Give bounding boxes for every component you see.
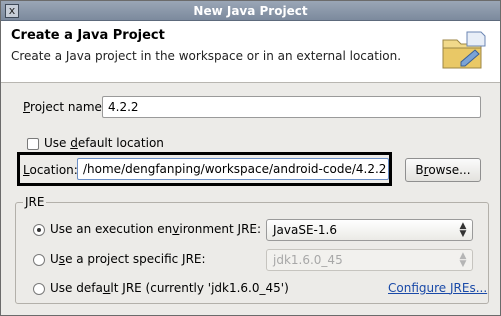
window-title: New Java Project [193, 4, 308, 18]
browse-button[interactable]: Browse... [405, 158, 481, 182]
project-specific-jre-label-post: e a project specific JRE: [65, 252, 206, 266]
project-name-label-mnemonic: P [23, 100, 31, 114]
default-jre-label-pre: Use defa [50, 281, 103, 295]
default-location-label-pre: Use [44, 136, 71, 150]
dialog-window: x New Java Project Create a Java Project… [0, 0, 501, 316]
execution-env-label-post: ironment JRE: [179, 222, 262, 236]
configure-jres-link[interactable]: Configure JREs... [388, 281, 487, 295]
default-jre-label: Use default JRE (currently 'jdk1.6.0_45'… [50, 281, 289, 295]
jre-group-title: JRE [23, 195, 47, 209]
wizard-header: Create a Java Project Create a Java proj… [1, 21, 500, 83]
default-location-label-mnemonic: d [70, 136, 78, 150]
project-specific-jre-radio[interactable] [33, 254, 45, 266]
default-location-checkbox[interactable] [27, 138, 39, 150]
location-input[interactable]: /home/dengfanping/workspace/android-code… [77, 158, 389, 180]
default-jre-label-post: lt JRE (currently 'jdk1.6.0_45') [110, 281, 289, 295]
location-label: Location: [23, 163, 78, 177]
wizard-title: Create a Java Project [11, 28, 165, 43]
project-name-label: Project name: [23, 100, 106, 114]
default-location-label-post: efault location [77, 136, 164, 150]
execution-env-label-pre: Use an execution en [50, 222, 173, 236]
wizard-description: Create a Java project in the workspace o… [11, 49, 402, 63]
project-specific-jre-select-value: jdk1.6.0_45 [273, 253, 343, 267]
project-specific-jre-select[interactable]: jdk1.6.0_45 ▲ ▼ [266, 249, 473, 271]
execution-env-label: Use an execution environment JRE: [50, 222, 261, 236]
location-label-post: ocation: [29, 163, 78, 177]
configure-jres-link-pre: Configure [388, 281, 450, 295]
project-specific-jre-label-pre: U [50, 252, 59, 266]
execution-env-select[interactable]: JavaSE-1.6 ▲ ▼ [266, 219, 473, 241]
title-bar: x New Java Project [1, 1, 500, 21]
project-name-input[interactable]: 4.2.2 [102, 96, 481, 118]
browse-label-post: owse... [428, 163, 471, 177]
select-arrows-icon: ▲ ▼ [459, 221, 467, 239]
browse-label-pre: B [415, 163, 424, 177]
select-arrows-icon: ▲ ▼ [459, 251, 467, 269]
folder-icon [442, 31, 486, 69]
default-jre-radio[interactable] [33, 283, 45, 295]
configure-jres-link-post: REs... [453, 281, 488, 295]
project-name-label-post: roject name: [30, 100, 106, 114]
execution-env-select-value: JavaSE-1.6 [273, 223, 337, 237]
project-specific-jre-label: Use a project specific JRE: [50, 252, 206, 266]
default-location-label: Use default location [44, 136, 164, 150]
execution-env-radio[interactable] [33, 224, 45, 236]
